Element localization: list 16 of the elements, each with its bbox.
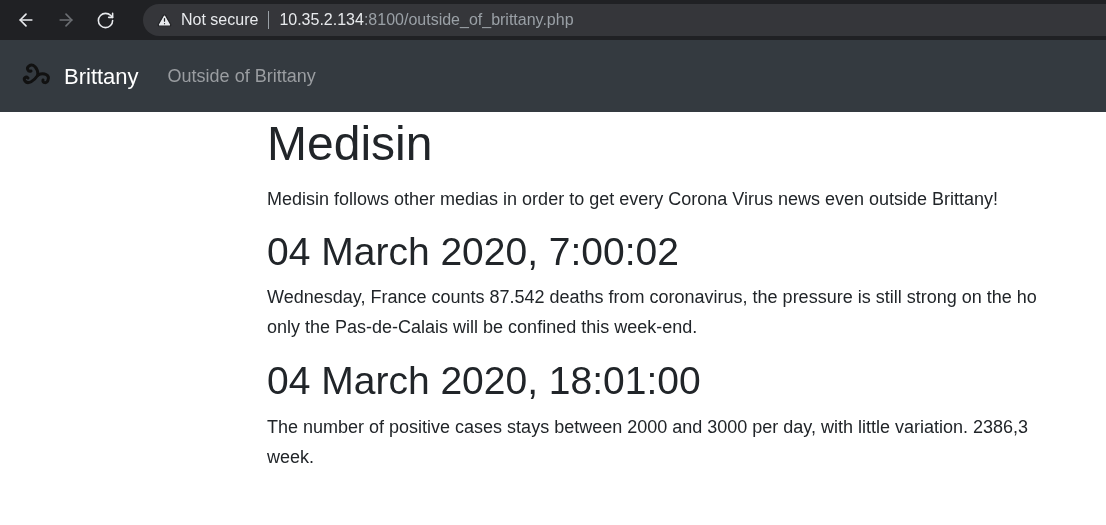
post-heading: 04 March 2020, 18:01:00 (267, 358, 702, 405)
nav-link[interactable]: Outside of Brittany (167, 62, 316, 90)
post-text: The number of positive cases stays between 2000 and 3000 per day, with little variation. 2386,3 (267, 416, 1030, 440)
post-heading: 04 March 2020, 7:00:02 (267, 228, 680, 275)
warning-icon (157, 12, 172, 28)
page-title: Medisin (267, 116, 434, 172)
address-bar[interactable]: Not secure 10.35.2.134:8100/outside_of_brittany.php (143, 4, 1106, 36)
post-text: Wednesday, France counts 87.542 deaths from coronavirus, the pressure is still strong on the ho (267, 286, 1038, 310)
post-text: only the Pas-de-Calais will be confined this week-end. (267, 316, 699, 340)
lead-text: Medisin follows other medias in order to get every Corona Virus news even outside Brittany! (267, 187, 1000, 211)
url-host: 10.35.2.134 (279, 10, 364, 30)
url-path: :8100/outside_of_brittany.php (363, 10, 574, 30)
security-label: Not secure (181, 10, 259, 30)
reload-button[interactable] (96, 10, 115, 30)
post-text: week. (267, 446, 316, 470)
brand-name[interactable]: Brittany (64, 59, 139, 93)
